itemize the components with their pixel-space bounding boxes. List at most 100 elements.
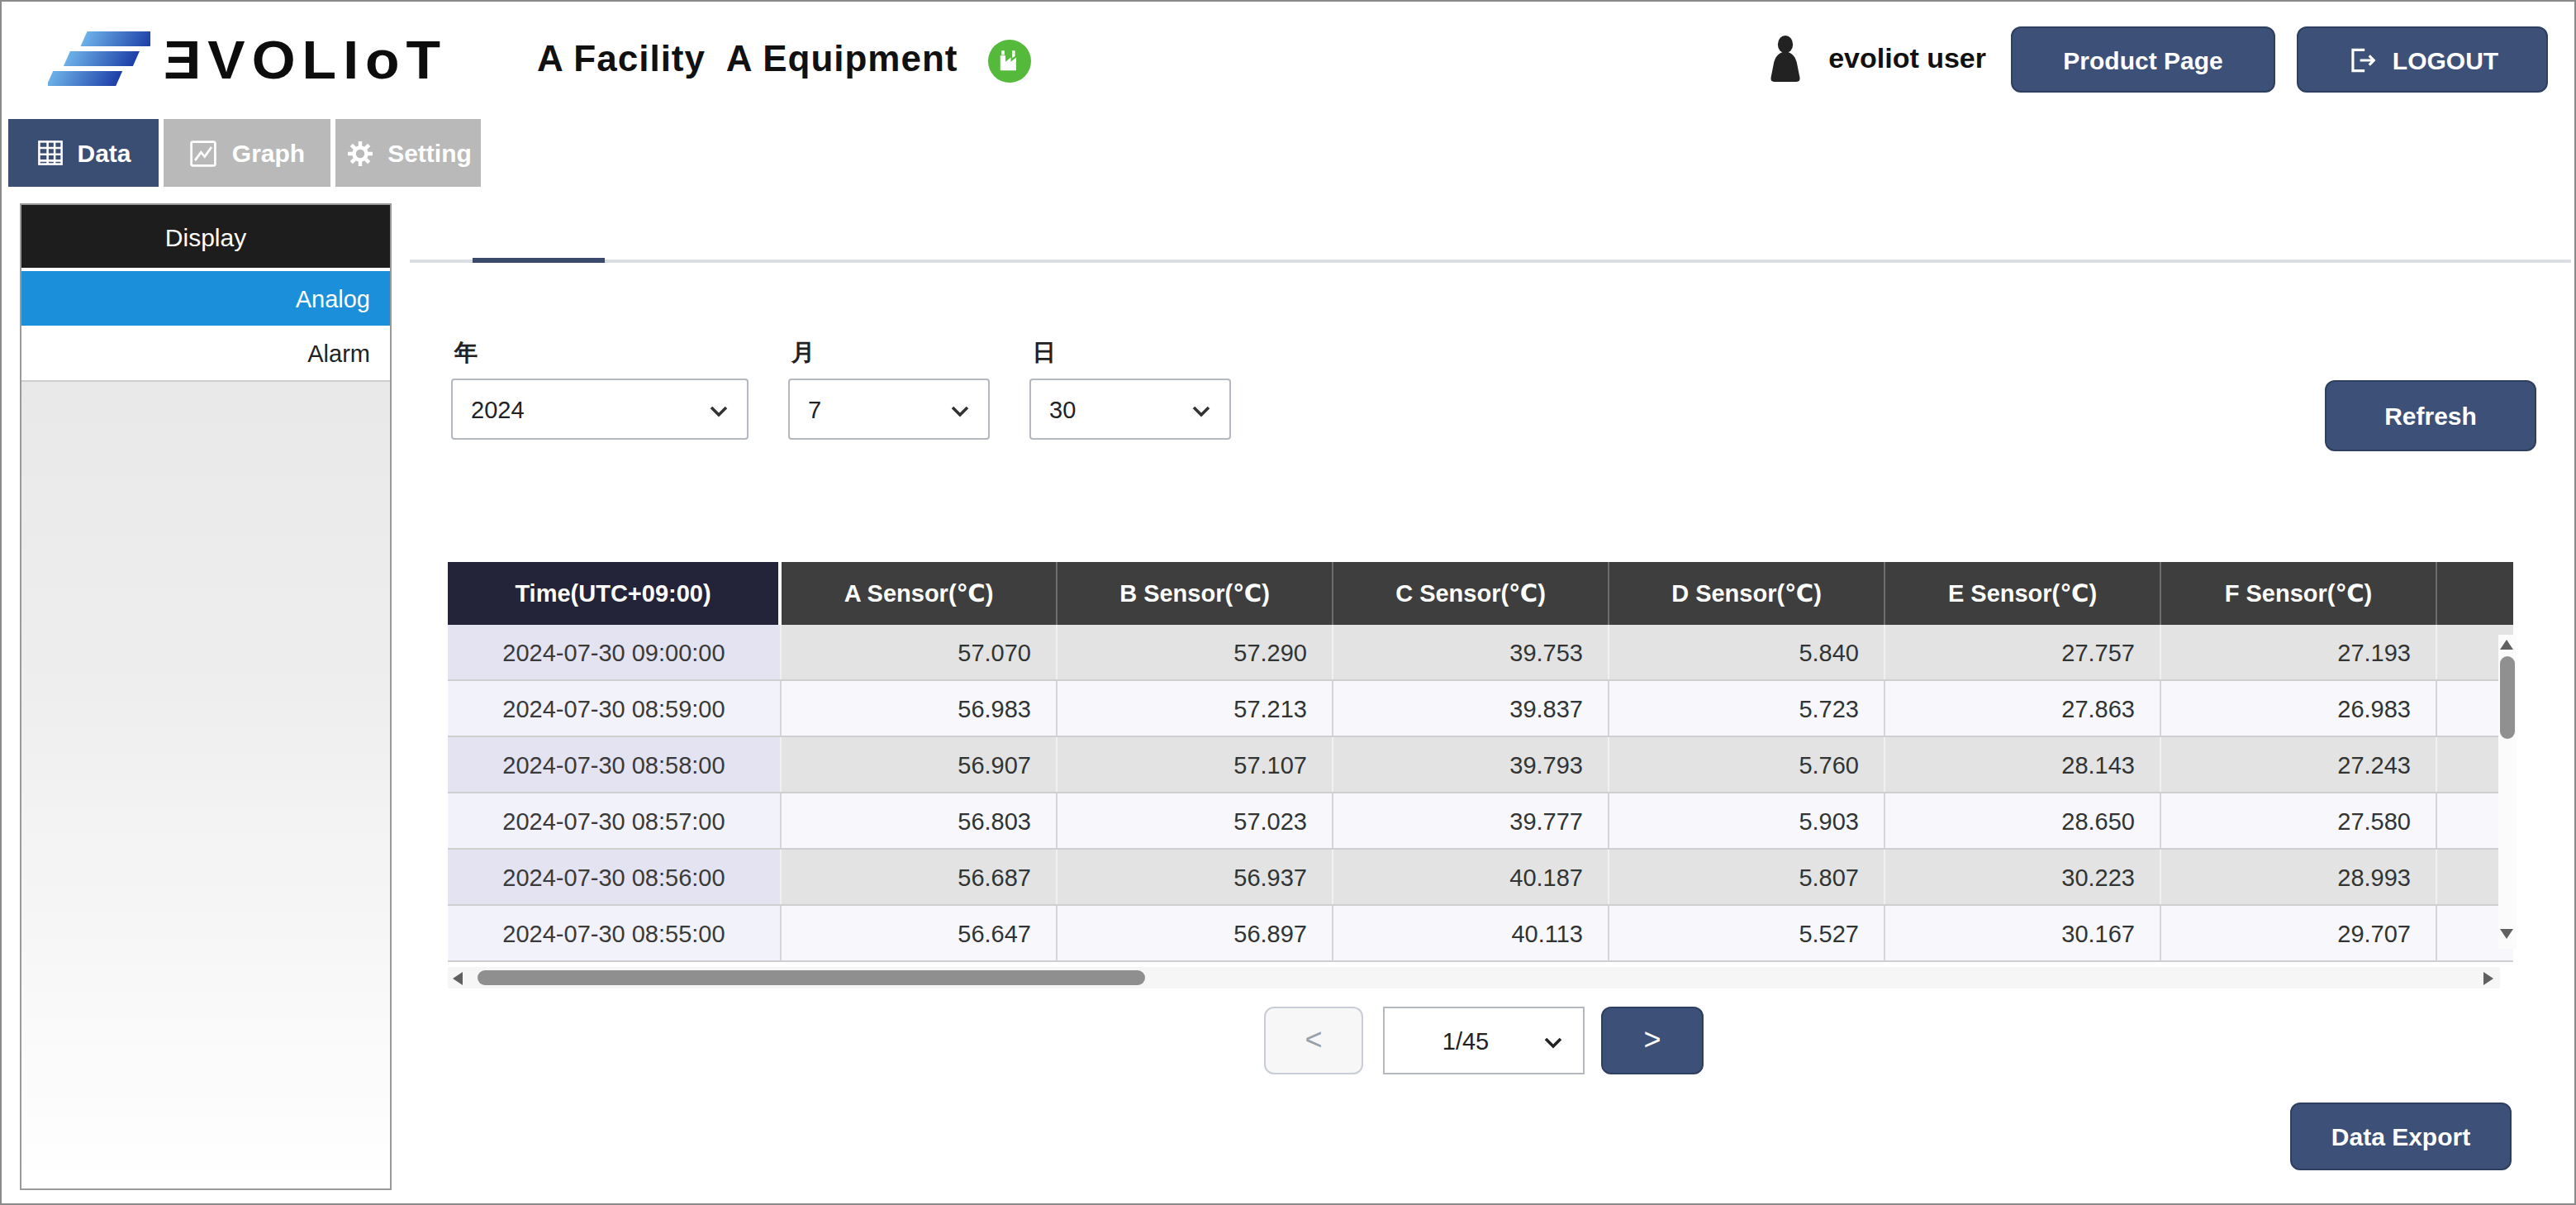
tab-setting-label: Setting: [387, 139, 472, 167]
facility-icon: [988, 40, 1031, 83]
value-cell: 5.840: [1609, 625, 1885, 679]
header-right: evoliot user Product Page LOGOUT: [1762, 26, 2548, 93]
value-cell: 39.837: [1333, 681, 1609, 736]
value-cell: 30.223: [1885, 850, 2161, 904]
column-header: A Sensor(℃): [782, 562, 1057, 625]
table-header-row: Time(UTC+09:00)A Sensor(℃)B Sensor(℃)C S…: [448, 562, 2513, 625]
value-cell: 56.983: [782, 681, 1057, 736]
table-row: 2024-07-30 09:00:0057.07057.29039.7535.8…: [448, 625, 2513, 681]
data-table: Time(UTC+09:00)A Sensor(℃)B Sensor(℃)C S…: [448, 562, 2513, 962]
day-label: 日: [1033, 339, 1056, 369]
scroll-left-arrow[interactable]: [453, 972, 463, 985]
time-cell: 2024-07-30 09:00:00: [448, 625, 782, 679]
column-header-partial: [2437, 562, 2513, 625]
next-page-button[interactable]: >: [1601, 1007, 1704, 1074]
chevron-down-icon: [709, 405, 729, 418]
scroll-up-arrow[interactable]: [2500, 640, 2513, 650]
value-cell: 40.113: [1333, 906, 1609, 960]
month-label: 月: [791, 339, 815, 369]
time-cell: 2024-07-30 08:57:00: [448, 793, 782, 848]
year-value: 2024: [471, 396, 525, 422]
header: ƎVOLIoT A Facility A Equipment evoliot u…: [2, 2, 2574, 117]
chevron-down-icon: [1191, 405, 1211, 418]
page-value: 1/45: [1442, 1027, 1489, 1054]
value-cell: 27.757: [1885, 625, 2161, 679]
table-row: 2024-07-30 08:55:0056.64756.89740.1135.5…: [448, 906, 2513, 962]
column-header: E Sensor(℃): [1885, 562, 2161, 625]
table-row: 2024-07-30 08:59:0056.98357.21339.8375.7…: [448, 681, 2513, 737]
horizontal-scrollbar[interactable]: [448, 967, 2500, 988]
value-cell: 5.807: [1609, 850, 1885, 904]
product-page-button[interactable]: Product Page: [2011, 26, 2275, 93]
tab-data[interactable]: Data: [8, 119, 159, 187]
vertical-scroll-thumb[interactable]: [2500, 656, 2515, 739]
logout-label: LOGOUT: [2393, 45, 2498, 74]
refresh-button[interactable]: Refresh: [2325, 380, 2536, 451]
tab-bar: Data Graph Setting: [8, 119, 481, 187]
gear-icon: [345, 138, 374, 168]
value-cell: 39.777: [1333, 793, 1609, 848]
value-cell: 57.070: [782, 625, 1057, 679]
username: evoliot user: [1828, 43, 1986, 76]
data-export-button[interactable]: Data Export: [2290, 1103, 2512, 1170]
content-tab-underline: [410, 260, 2571, 263]
column-header: F Sensor(℃): [2161, 562, 2437, 625]
value-cell: 27.863: [1885, 681, 2161, 736]
tab-data-label: Data: [77, 139, 131, 167]
month-value: 7: [808, 396, 821, 422]
value-cell: 57.213: [1057, 681, 1333, 736]
year-select[interactable]: 2024: [451, 379, 749, 440]
scroll-down-arrow[interactable]: [2500, 929, 2513, 939]
value-cell: 56.907: [782, 737, 1057, 792]
tab-graph-label: Graph: [232, 139, 305, 167]
chevron-down-icon: [950, 405, 970, 418]
sidebar-item-alarm[interactable]: Alarm: [21, 327, 390, 382]
page-select[interactable]: 1/45: [1383, 1007, 1585, 1074]
value-cell: 57.290: [1057, 625, 1333, 679]
time-cell: 2024-07-30 08:59:00: [448, 681, 782, 736]
tab-graph[interactable]: Graph: [164, 119, 330, 187]
day-select[interactable]: 30: [1029, 379, 1231, 440]
time-cell: 2024-07-30 08:55:00: [448, 906, 782, 960]
evoliot-logo: ƎVOLIoT: [48, 23, 447, 96]
month-select[interactable]: 7: [788, 379, 990, 440]
horizontal-scroll-thumb[interactable]: [478, 970, 1145, 985]
value-cell: 28.993: [2161, 850, 2437, 904]
page: ƎVOLIoT A Facility A Equipment evoliot u…: [0, 0, 2576, 1205]
column-header: Time(UTC+09:00): [448, 562, 782, 625]
content-tab-active-indicator: [473, 258, 605, 263]
graph-icon: [189, 138, 219, 168]
value-cell: 56.937: [1057, 850, 1333, 904]
value-cell: 39.753: [1333, 625, 1609, 679]
vertical-scrollbar[interactable]: [2498, 635, 2517, 949]
prev-page-button[interactable]: <: [1264, 1007, 1363, 1074]
time-cell: 2024-07-30 08:58:00: [448, 737, 782, 792]
year-label: 年: [454, 339, 478, 369]
sidebar-header: Display: [21, 205, 390, 271]
value-cell: 56.803: [782, 793, 1057, 848]
logo-text: ƎVOLIoT: [164, 29, 447, 91]
sidebar: Display Analog Alarm: [20, 203, 392, 1190]
value-cell: 5.903: [1609, 793, 1885, 848]
logout-icon: [2346, 44, 2378, 75]
value-cell: 30.167: [1885, 906, 2161, 960]
value-cell: 56.687: [782, 850, 1057, 904]
value-cell: 28.650: [1885, 793, 2161, 848]
scroll-right-arrow[interactable]: [2483, 972, 2493, 985]
table-row: 2024-07-30 08:58:0056.90757.10739.7935.7…: [448, 737, 2513, 793]
value-cell: 5.723: [1609, 681, 1885, 736]
value-cell: 56.647: [782, 906, 1057, 960]
sidebar-item-analog[interactable]: Analog: [21, 271, 390, 327]
value-cell: 57.107: [1057, 737, 1333, 792]
value-cell: 56.897: [1057, 906, 1333, 960]
logout-button[interactable]: LOGOUT: [2297, 26, 2548, 93]
tab-setting[interactable]: Setting: [335, 119, 481, 187]
user-icon: [1762, 33, 1807, 86]
chevron-down-icon: [1543, 1036, 1563, 1050]
time-cell: 2024-07-30 08:56:00: [448, 850, 782, 904]
value-cell: 26.983: [2161, 681, 2437, 736]
table-row: 2024-07-30 08:57:0056.80357.02339.7775.9…: [448, 793, 2513, 850]
table-row: 2024-07-30 08:56:0056.68756.93740.1875.8…: [448, 850, 2513, 906]
value-cell: 57.023: [1057, 793, 1333, 848]
logo-bars-icon: [48, 23, 150, 96]
